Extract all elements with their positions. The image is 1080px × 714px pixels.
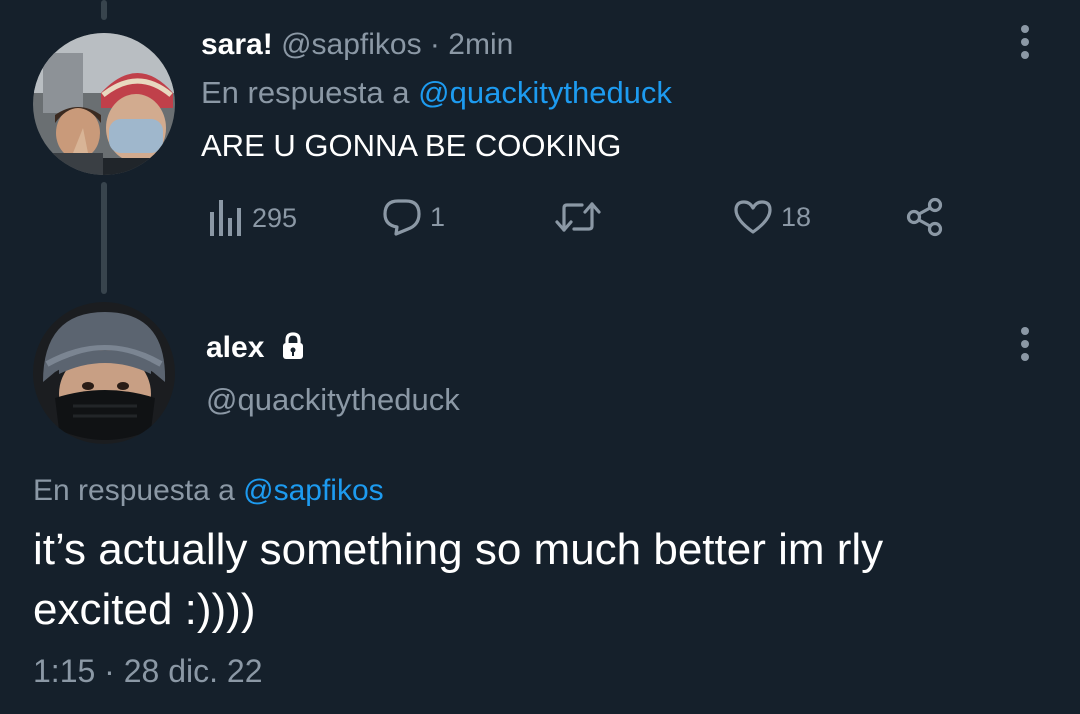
main-tweet-text: it’s actually something so much better i… [33, 520, 1033, 640]
more-icon [1021, 327, 1029, 361]
avatar-alex-image [33, 302, 175, 444]
avatar-alex[interactable] [33, 302, 175, 444]
reply-handle[interactable]: @sapfikos [281, 28, 422, 61]
reply-tweet-text: ARE U GONNA BE COOKING [201, 128, 622, 163]
main-handle[interactable]: @quackitytheduck [206, 382, 460, 418]
replies-count: 1 [430, 201, 446, 232]
likes-count: 18 [781, 201, 812, 232]
avatar-sara-image [33, 33, 175, 175]
main-time: 1:15 [33, 653, 96, 689]
reply-to-mention[interactable]: @quackitytheduck [418, 75, 672, 110]
reply-header: sara! @sapfikos · 2min [201, 27, 513, 63]
main-reply-to-line: En respuesta a @sapfikos [33, 473, 384, 509]
reply-separator: · [429, 28, 440, 61]
thread-line-top [101, 0, 107, 20]
reply-action[interactable]: 1 [382, 198, 445, 236]
like-icon [734, 200, 772, 234]
reply-to-line: En respuesta a @quackitytheduck [201, 75, 672, 111]
lock-icon [282, 332, 303, 359]
views-icon [210, 200, 241, 236]
retweet-action[interactable] [554, 200, 610, 234]
reply-to-prefix: En respuesta a [201, 75, 410, 110]
views-count: 295 [252, 202, 298, 233]
main-header: alex [206, 330, 305, 366]
views-action[interactable]: 295 [208, 198, 297, 238]
main-reply-to-mention[interactable]: @sapfikos [243, 474, 384, 507]
main-tweet-text-line-1: it’s actually something so much better i… [33, 525, 884, 574]
main-display-name[interactable]: alex [206, 331, 264, 364]
reply-display-name[interactable]: sara! [201, 28, 273, 61]
main-reply-to-prefix: En respuesta a [33, 474, 235, 507]
main-date: 28 dic. 22 [123, 653, 263, 689]
share-action[interactable] [905, 197, 945, 237]
thread-line-bottom [101, 182, 107, 294]
share-icon [906, 197, 943, 237]
main-tweet-text-line-2: excited :)))) [33, 585, 256, 634]
like-action[interactable]: 18 [733, 199, 811, 235]
main-more-button[interactable] [1005, 324, 1045, 364]
main-timestamp-separator: · [104, 653, 115, 689]
avatar-sara[interactable] [33, 33, 175, 175]
more-icon [1021, 25, 1029, 59]
reply-time[interactable]: 2min [448, 28, 513, 61]
retweet-icon [555, 202, 601, 232]
reply-more-button[interactable] [1005, 22, 1045, 62]
main-timestamp[interactable]: 1:15 · 28 dic. 22 [33, 652, 262, 690]
reply-icon [383, 199, 421, 236]
